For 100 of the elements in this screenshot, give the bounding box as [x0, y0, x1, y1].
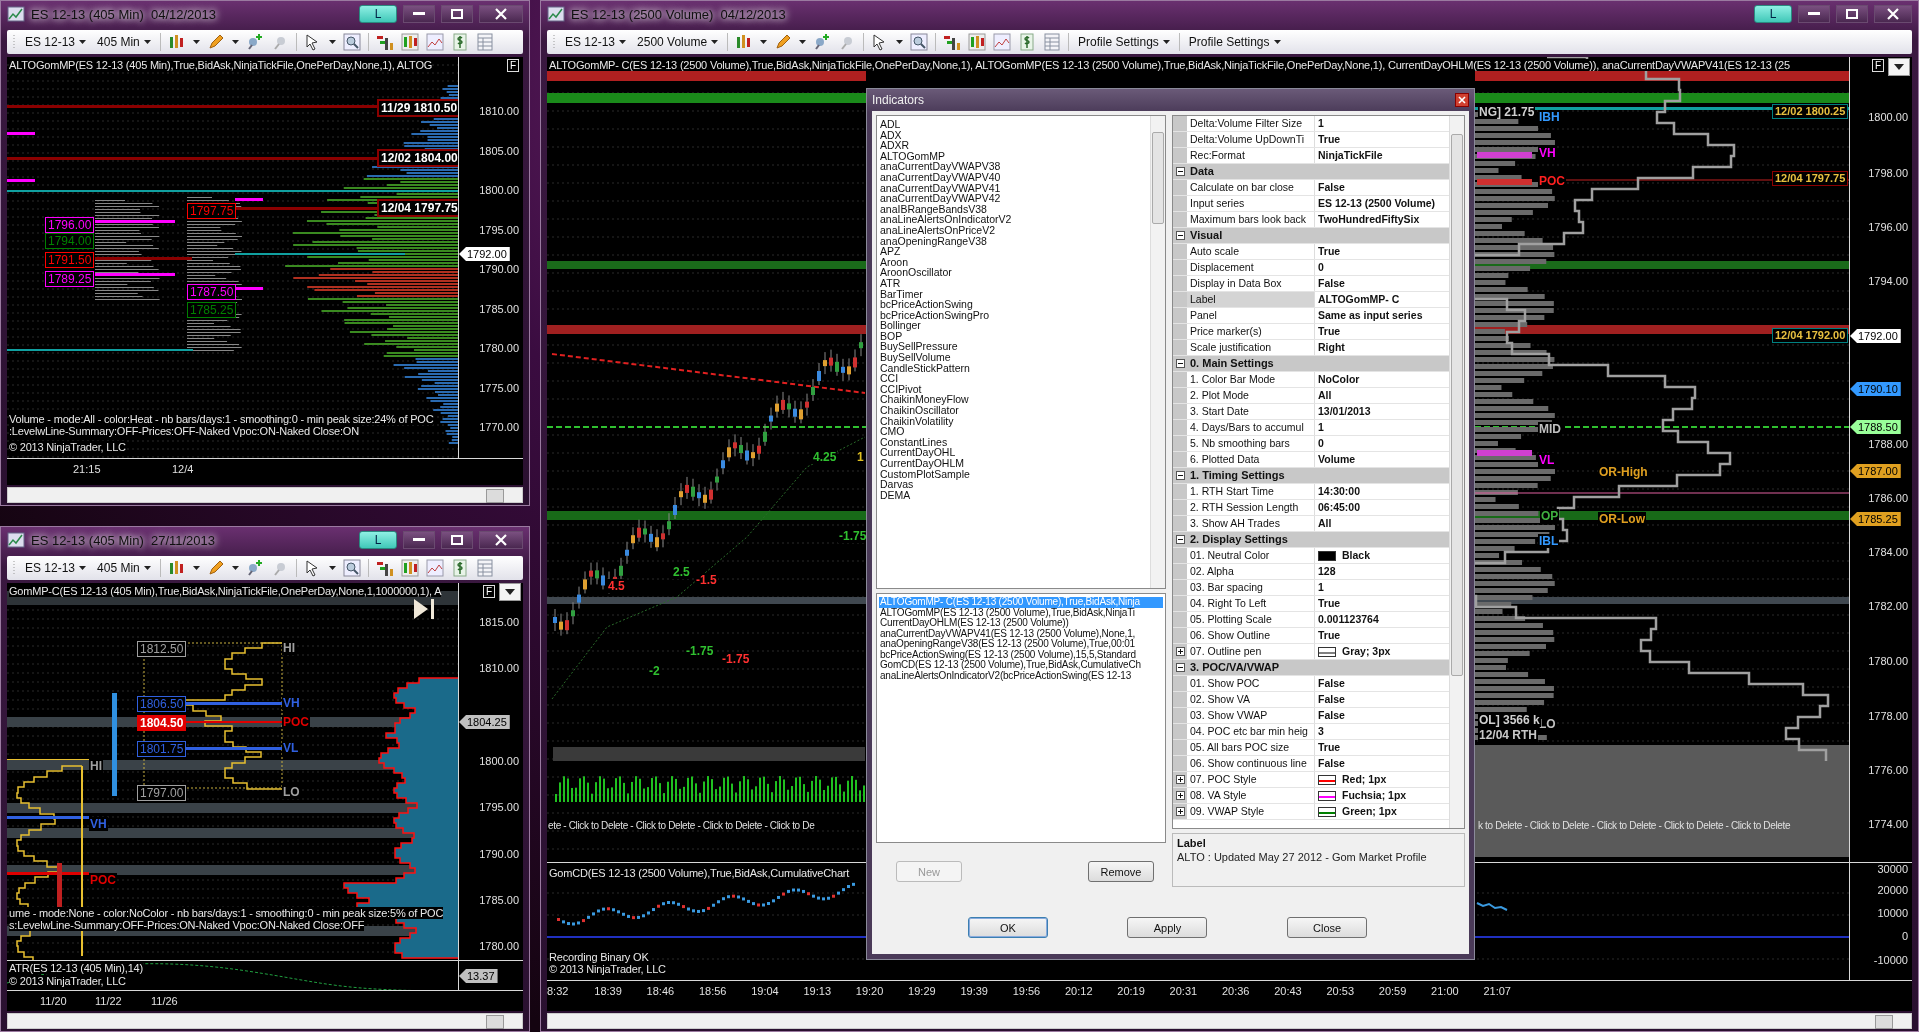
- category-row[interactable]: 2. Display Settings: [1173, 532, 1449, 548]
- property-row[interactable]: 09. VWAP Style Green; 1px: [1173, 804, 1449, 820]
- property-name[interactable]: 06. Show continuous line: [1187, 756, 1315, 771]
- property-name[interactable]: Input series: [1187, 196, 1315, 211]
- property-name[interactable]: 1. RTH Start Time: [1187, 484, 1315, 499]
- property-value[interactable]: 128: [1315, 564, 1449, 579]
- property-name[interactable]: 2. RTH Session Length: [1187, 500, 1315, 515]
- property-value[interactable]: Gray; 3px: [1315, 644, 1449, 659]
- property-name[interactable]: 1. Color Bar Mode: [1187, 372, 1315, 387]
- indicator-item[interactable]: anaCurrentDayVWAPV40: [879, 171, 1148, 183]
- property-value[interactable]: Black: [1315, 548, 1449, 563]
- applied-indicator-item[interactable]: ALTOGomMP(ES 12-13 (2500 Volume),True,BidAsk,NinjaTi: [879, 607, 1163, 618]
- profile-settings-menu[interactable]: Profile Settings: [1186, 35, 1283, 49]
- property-name[interactable]: Panel: [1187, 308, 1315, 323]
- property-row[interactable]: 6. Plotted Data Volume: [1173, 452, 1449, 468]
- property-name[interactable]: Rec:Format: [1187, 148, 1315, 163]
- property-name[interactable]: Price marker(s): [1187, 324, 1315, 339]
- property-value[interactable]: ES 12-13 (2500 Volume): [1315, 196, 1449, 211]
- link-button[interactable]: L: [359, 531, 397, 549]
- property-row[interactable]: Maximum bars look back TwoHundredFiftySix: [1173, 212, 1449, 228]
- profile-settings-menu[interactable]: Profile Settings: [1076, 35, 1172, 49]
- property-row[interactable]: Displacement 0: [1173, 260, 1449, 276]
- property-row[interactable]: Auto scale True: [1173, 244, 1449, 260]
- property-name[interactable]: 04. Right To Left: [1187, 596, 1315, 611]
- indicator-item[interactable]: AroonOscillator: [879, 267, 1148, 278]
- property-value[interactable]: True: [1315, 596, 1449, 611]
- property-row[interactable]: 06. Show Outline True: [1173, 628, 1449, 644]
- property-value[interactable]: False: [1315, 180, 1449, 195]
- property-name[interactable]: 03. Show VWAP: [1187, 708, 1315, 723]
- property-name[interactable]: 07. Outline pen: [1187, 644, 1315, 659]
- applied-indicator-item[interactable]: anaLineAlertsOnIndicatorV2(bcPriceActionSwing(ES 12-13: [879, 670, 1163, 681]
- property-row[interactable]: 02. Alpha 128: [1173, 564, 1449, 580]
- property-value[interactable]: 1: [1315, 580, 1449, 595]
- property-value[interactable]: False: [1315, 708, 1449, 723]
- property-row[interactable]: 4. Days/Bars to accumul 1: [1173, 420, 1449, 436]
- indicator-item[interactable]: BuySellPressure: [879, 341, 1148, 353]
- property-name[interactable]: Calculate on bar close: [1187, 180, 1315, 195]
- flag-box[interactable]: F: [1871, 59, 1884, 72]
- indicator-item[interactable]: ChaikinOscillator: [879, 405, 1148, 416]
- property-value[interactable]: False: [1315, 276, 1449, 291]
- indicator-item[interactable]: DEMA: [879, 489, 1148, 501]
- property-name[interactable]: 6. Plotted Data: [1187, 452, 1315, 467]
- property-value[interactable]: NoColor: [1315, 372, 1449, 387]
- indicator-item[interactable]: CurrentDayOHLM: [879, 458, 1148, 469]
- indicator-item[interactable]: BOP: [879, 330, 1148, 342]
- indicator-item[interactable]: anaIBRangeBandsV38: [879, 203, 1148, 215]
- property-row[interactable]: 01. Neutral Color Black: [1173, 548, 1449, 564]
- property-value[interactable]: NinjaTickFile: [1315, 148, 1449, 163]
- property-name[interactable]: 5. Nb smoothing bars: [1187, 436, 1315, 451]
- property-row[interactable]: 07. Outline pen Gray; 3px: [1173, 644, 1449, 660]
- property-value[interactable]: True: [1315, 628, 1449, 643]
- applied-indicator-item[interactable]: anaCurrentDayVWAPV41(ES 12-13 (2500 Volume),None,1,: [879, 628, 1163, 639]
- applied-indicator-item[interactable]: bcPriceActionSwing(ES 12-13 (2500 Volume),15,5,Standard: [879, 649, 1163, 660]
- indicator-item[interactable]: ADX: [879, 129, 1148, 141]
- instrument-dropdown[interactable]: ES 12-13: [23, 35, 89, 49]
- category-row[interactable]: 0. Main Settings: [1173, 356, 1449, 372]
- indicator-item[interactable]: ChaikinMoneyFlow: [879, 394, 1148, 406]
- instrument-dropdown[interactable]: ES 12-13: [23, 561, 89, 575]
- indicator-item[interactable]: anaCurrentDayVWAPV42: [879, 193, 1148, 204]
- property-value[interactable]: 06:45:00: [1315, 500, 1449, 515]
- close-button[interactable]: Close: [1287, 917, 1368, 938]
- property-name[interactable]: 01. Show POC: [1187, 676, 1315, 691]
- property-row[interactable]: 06. Show continuous line False: [1173, 756, 1449, 772]
- property-value[interactable]: Right: [1315, 340, 1449, 355]
- applied-indicator-item[interactable]: GomCD(ES 12-13 (2500 Volume),True,BidAsk,CumulativeCh: [879, 660, 1163, 671]
- property-name[interactable]: Maximum bars look back: [1187, 212, 1315, 227]
- apply-button[interactable]: Apply: [1127, 917, 1208, 938]
- property-row[interactable]: Delta:Volume Filter Size 1: [1173, 116, 1449, 132]
- property-name[interactable]: 02. Show VA: [1187, 692, 1315, 707]
- period-dropdown[interactable]: 405 Min: [95, 561, 153, 575]
- indicator-item[interactable]: ConstantLines: [879, 436, 1148, 448]
- property-row[interactable]: 03. Show VWAP False: [1173, 708, 1449, 724]
- property-row[interactable]: 04. POC etc bar min heig 3: [1173, 724, 1449, 740]
- remove-button[interactable]: Remove: [1088, 861, 1154, 882]
- property-name[interactable]: Label: [1187, 292, 1315, 307]
- indicator-item[interactable]: ADL: [879, 119, 1148, 130]
- property-value[interactable]: TwoHundredFiftySix: [1315, 212, 1449, 227]
- indicator-item[interactable]: ALTOGomMP: [879, 150, 1148, 162]
- indicator-item[interactable]: CCI: [879, 373, 1148, 384]
- indicator-item[interactable]: anaOpeningRangeV38: [879, 235, 1148, 247]
- property-name[interactable]: 3. Start Date: [1187, 404, 1315, 419]
- property-row[interactable]: 07. POC Style Red; 1px: [1173, 772, 1449, 788]
- property-name[interactable]: 06. Show Outline: [1187, 628, 1315, 643]
- category-row[interactable]: Visual: [1173, 228, 1449, 244]
- property-value[interactable]: False: [1315, 676, 1449, 691]
- property-row[interactable]: Scale justification Right: [1173, 340, 1449, 356]
- indicator-item[interactable]: ADXR: [879, 140, 1148, 151]
- property-row[interactable]: Display in Data Box False: [1173, 276, 1449, 292]
- property-name[interactable]: Display in Data Box: [1187, 276, 1315, 291]
- property-row[interactable]: Panel Same as input series: [1173, 308, 1449, 324]
- property-row[interactable]: 05. Plotting Scale 0.001123764: [1173, 612, 1449, 628]
- indicator-item[interactable]: CurrentDayOHL: [879, 447, 1148, 458]
- indicator-item[interactable]: Aroon: [879, 256, 1148, 268]
- property-row[interactable]: 04. Right To Left True: [1173, 596, 1449, 612]
- property-value[interactable]: False: [1315, 756, 1449, 771]
- property-value[interactable]: 0: [1315, 260, 1449, 275]
- property-row[interactable]: 5. Nb smoothing bars 0: [1173, 436, 1449, 452]
- property-value[interactable]: ALTOGomMP- C: [1315, 292, 1449, 307]
- property-value[interactable]: True: [1315, 740, 1449, 755]
- property-name[interactable]: 05. All bars POC size: [1187, 740, 1315, 755]
